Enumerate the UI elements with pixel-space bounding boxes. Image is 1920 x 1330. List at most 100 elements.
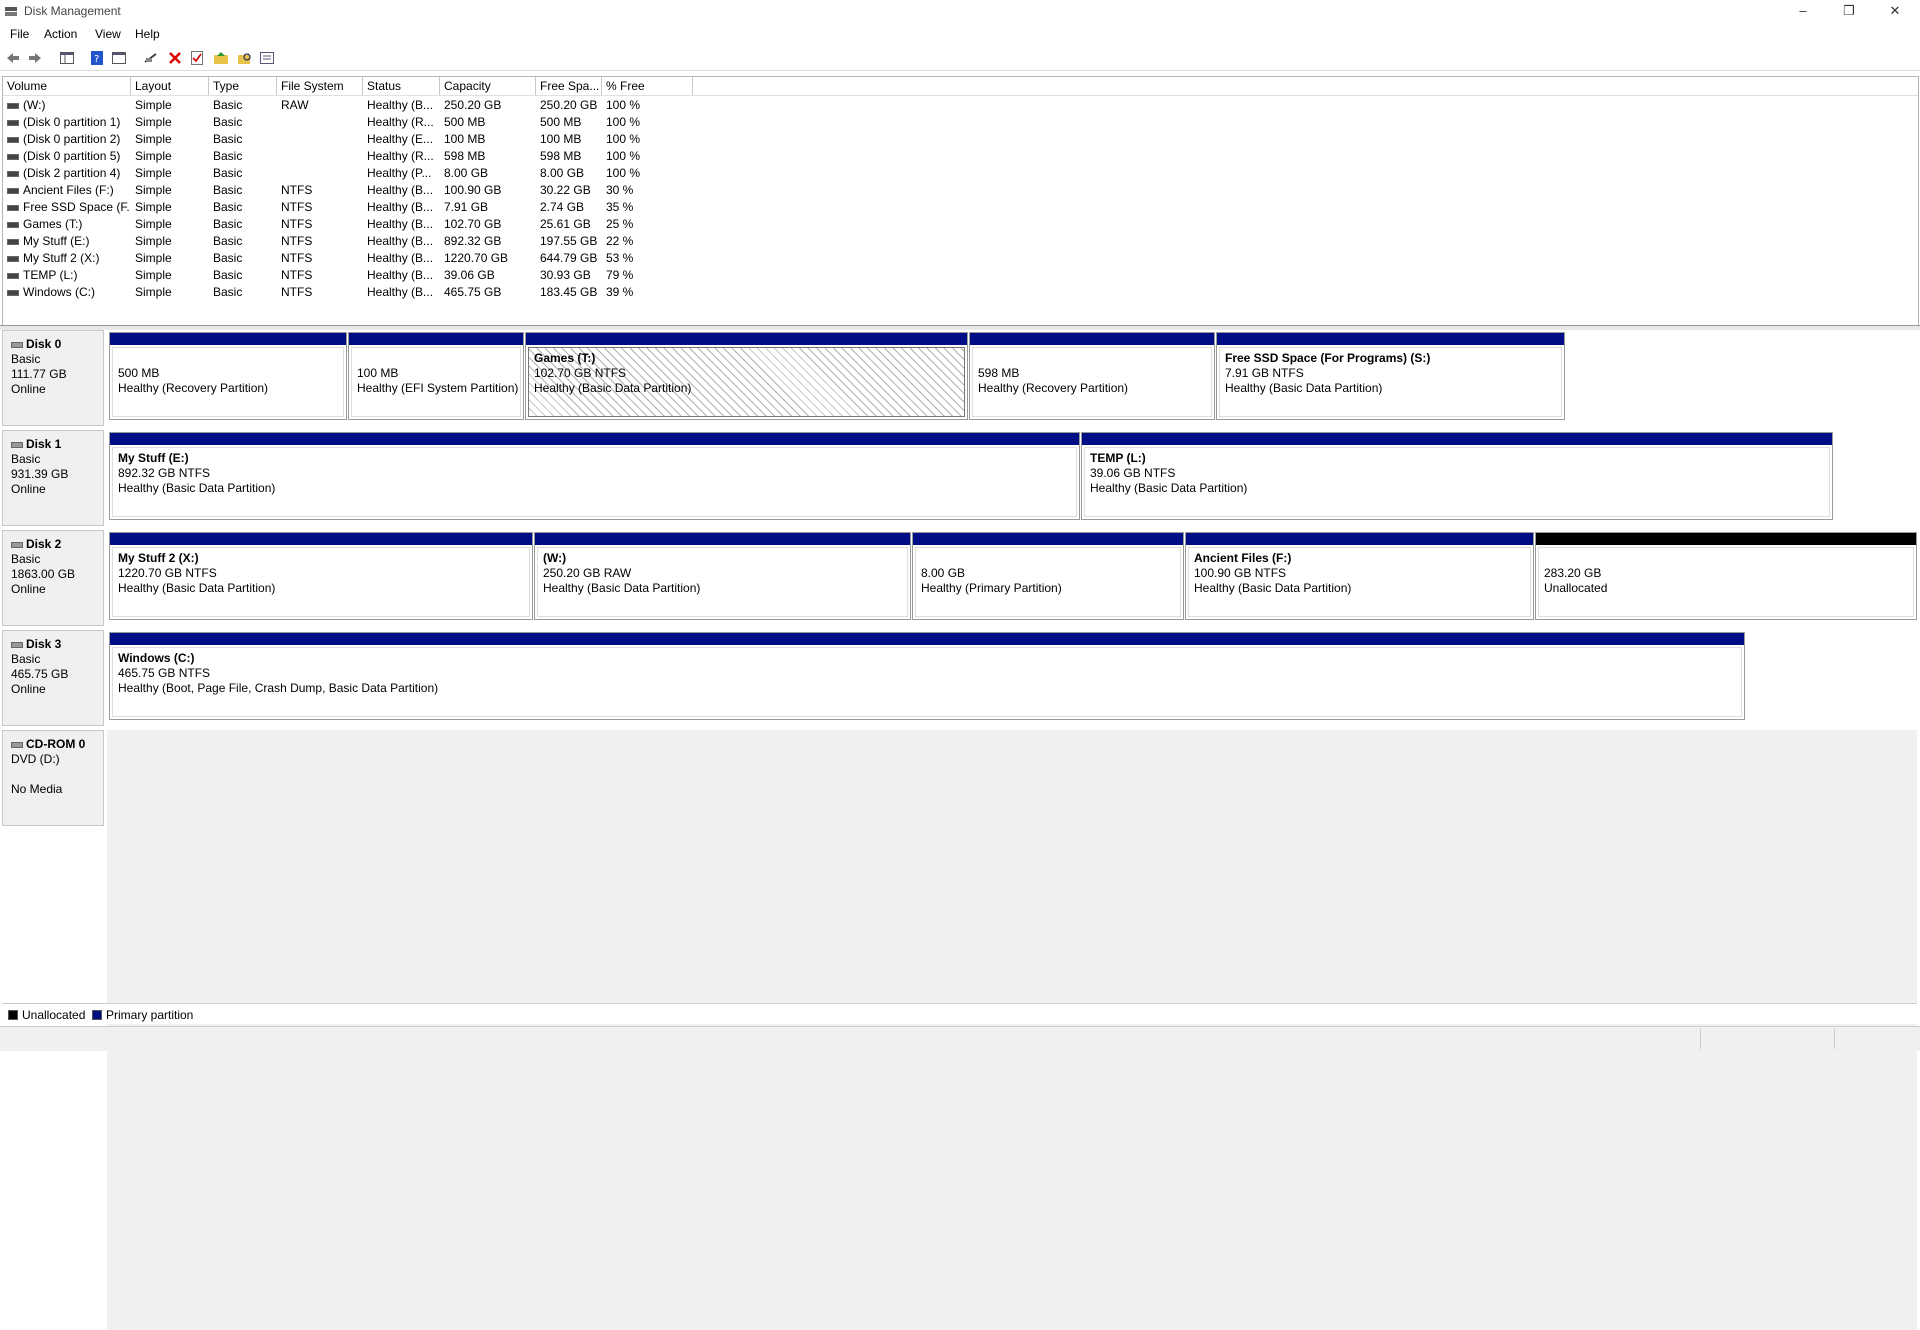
disk-info-1[interactable]: Disk 1 Basic 931.39 GB Online [2, 430, 104, 526]
partition-details: Windows (C:) 465.75 GB NTFS Healthy (Boot,… [112, 647, 1742, 717]
partition-name: Ancient Files (F:) [1194, 551, 1292, 565]
disk-size: 111.77 GB [11, 367, 67, 381]
partition-size: 39.06 GB NTFS [1090, 466, 1176, 480]
cell-percent-free: 39 % [606, 285, 634, 299]
column-layout[interactable]: Layout [131, 77, 209, 95]
column-type[interactable]: Type [209, 77, 277, 95]
view-icon[interactable] [258, 49, 276, 67]
disk-name: Disk 1 [26, 437, 62, 451]
cell-free-space: 100 MB [540, 132, 582, 146]
partition-status: Healthy (Recovery Partition) [978, 381, 1129, 395]
cell-type: Basic [213, 268, 243, 282]
folder-up-icon[interactable] [212, 49, 230, 67]
menu-view[interactable]: View [95, 27, 121, 41]
disk-info-2[interactable]: Disk 2 Basic 1863.00 GB Online [2, 530, 104, 626]
cell-status: Healthy (P... [367, 166, 432, 180]
volume-row[interactable]: My Stuff (E:) Simple Basic NTFS Healthy (B..… [3, 233, 1918, 250]
cell-percent-free: 100 % [606, 98, 641, 112]
cell-percent-free: 35 % [606, 200, 634, 214]
volume-row[interactable]: (W:) Simple Basic RAW Healthy (B... 250.20 GB… [3, 97, 1918, 114]
properties-icon[interactable] [110, 49, 128, 67]
volume-icon [7, 119, 19, 126]
partition-block[interactable]: (W:) 250.20 GB RAW Healthy (Basic Data Par… [534, 532, 911, 620]
menu-bar: File Action View Help [0, 24, 1920, 44]
cell-percent-free: 100 % [606, 115, 641, 129]
column-volume[interactable]: Volume [3, 77, 131, 95]
column-free-space[interactable]: Free Spa... [536, 77, 602, 95]
partition-status: Healthy (Basic Data Partition) [1225, 381, 1383, 395]
partition-color-bar [349, 333, 523, 345]
volume-row[interactable]: Free SSD Space (F... Simple Basic NTFS Healt… [3, 199, 1918, 216]
back-arrow-icon[interactable] [4, 49, 22, 67]
cell-type: Basic [213, 183, 243, 197]
partition-block[interactable]: My Stuff 2 (X:) 1220.70 GB NTFS Healthy (B… [109, 532, 533, 620]
partition-block[interactable]: Games (T:) 102.70 GB NTFS Healthy (Basic D… [525, 332, 968, 420]
volume-row[interactable]: My Stuff 2 (X:) Simple Basic NTFS Healthy (B… [3, 250, 1918, 267]
partition-name [118, 351, 343, 366]
toolbar: ? [0, 46, 1920, 71]
cell-volume: Windows (C:) [3, 284, 129, 301]
menu-help[interactable]: Help [135, 27, 160, 41]
column-capacity[interactable]: Capacity [440, 77, 536, 95]
partition-size: 465.75 GB NTFS [118, 666, 211, 680]
legend-swatch-primary [92, 1010, 102, 1020]
volume-row[interactable]: TEMP (L:) Simple Basic NTFS Healthy (B... 39.… [3, 267, 1918, 284]
partition-block[interactable]: Windows (C:) 465.75 GB NTFS Healthy (Boot,… [109, 632, 1745, 720]
disk-name: Disk 2 [26, 537, 62, 551]
cell-capacity: 250.20 GB [444, 98, 502, 112]
partition-details: TEMP (L:) 39.06 GB NTFS Healthy (Basic Dat… [1084, 447, 1830, 517]
partition-block[interactable]: 8.00 GB Healthy (Primary Partition) [912, 532, 1184, 620]
partition-size: 7.91 GB NTFS [1225, 366, 1304, 380]
partition-block[interactable]: Free SSD Space (For Programs) (S:) 7.91 G… [1216, 332, 1565, 420]
partition-block[interactable]: 100 MB Healthy (EFI System Partition) [348, 332, 524, 420]
disk-size: 931.39 GB [11, 467, 69, 481]
restore-button[interactable]: ❐ [1826, 0, 1872, 24]
minimize-button[interactable]: – [1780, 0, 1826, 24]
column-percent-free[interactable]: % Free [602, 77, 693, 95]
cdrom-info[interactable]: CD-ROM 0 DVD (D:) No Media [2, 730, 104, 826]
menu-action[interactable]: Action [44, 27, 77, 41]
volume-row[interactable]: (Disk 0 partition 2) Simple Basic Healthy (… [3, 131, 1918, 148]
partition-size: 892.32 GB NTFS [118, 466, 211, 480]
volume-row[interactable]: Windows (C:) Simple Basic NTFS Healthy (B...… [3, 284, 1918, 301]
forward-arrow-icon[interactable] [26, 49, 44, 67]
cell-status: Healthy (R... [367, 149, 434, 163]
cell-layout: Simple [135, 149, 172, 163]
partition-block[interactable]: Ancient Files (F:) 100.90 GB NTFS Healthy … [1185, 532, 1534, 620]
partition-block[interactable]: TEMP (L:) 39.06 GB NTFS Healthy (Basic Dat… [1081, 432, 1833, 520]
cell-free-space: 197.55 GB [540, 234, 598, 248]
volume-row[interactable]: (Disk 2 partition 4) Simple Basic Healthy (… [3, 165, 1918, 182]
delete-icon[interactable] [166, 49, 184, 67]
cell-free-space: 8.00 GB [540, 166, 585, 180]
volume-row[interactable]: Games (T:) Simple Basic NTFS Healthy (B... 10… [3, 216, 1918, 233]
unallocated-space[interactable]: 283.20 GB Unallocated [1535, 532, 1917, 620]
connect-icon[interactable] [142, 49, 160, 67]
partition-block[interactable]: 500 MB Healthy (Recovery Partition) [109, 332, 347, 420]
cell-free-space: 183.45 GB [540, 285, 598, 299]
partition-name [1544, 551, 1913, 566]
disk-size: 465.75 GB [11, 667, 69, 681]
console-tree-icon[interactable] [58, 49, 76, 67]
volume-row[interactable]: (Disk 0 partition 5) Simple Basic Healthy (… [3, 148, 1918, 165]
partition-color-bar [1217, 333, 1564, 345]
partition-block[interactable]: 598 MB Healthy (Recovery Partition) [969, 332, 1215, 420]
help-icon[interactable]: ? [88, 49, 106, 67]
window-title: Disk Management [24, 4, 121, 18]
volume-icon [7, 289, 19, 296]
column-file-system[interactable]: File System [277, 77, 363, 95]
cell-volume: Free SSD Space (F... [3, 199, 129, 216]
cell-free-space: 30.22 GB [540, 183, 591, 197]
column-status[interactable]: Status [363, 77, 440, 95]
cell-capacity: 100.90 GB [444, 183, 502, 197]
cell-capacity: 465.75 GB [444, 285, 502, 299]
volume-row[interactable]: (Disk 0 partition 1) Simple Basic Healthy (… [3, 114, 1918, 131]
search-folder-icon[interactable] [236, 49, 254, 67]
disk-icon [11, 441, 23, 448]
close-button[interactable]: ✕ [1872, 0, 1918, 24]
disk-info-3[interactable]: Disk 3 Basic 465.75 GB Online [2, 630, 104, 726]
volume-row[interactable]: Ancient Files (F:) Simple Basic NTFS Healthy… [3, 182, 1918, 199]
menu-file[interactable]: File [10, 27, 29, 41]
partition-block[interactable]: My Stuff (E:) 892.32 GB NTFS Healthy (Basi… [109, 432, 1080, 520]
checkmark-icon[interactable] [188, 49, 206, 67]
disk-info-0[interactable]: Disk 0 Basic 111.77 GB Online [2, 330, 104, 426]
